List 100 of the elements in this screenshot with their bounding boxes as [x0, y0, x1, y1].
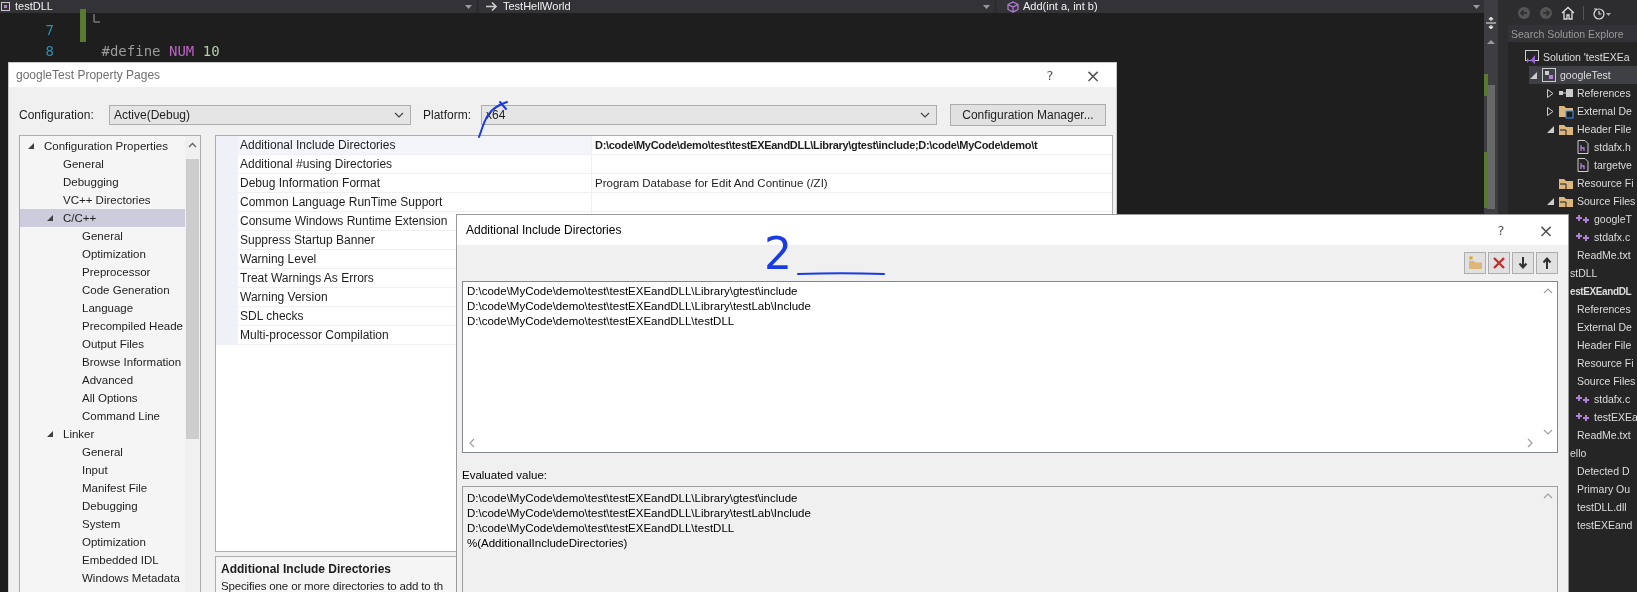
tree-item[interactable]: VC++ Directories: [20, 191, 185, 209]
scroll-left-icon[interactable]: [469, 438, 475, 448]
tree-item[interactable]: Embedded IDL: [20, 551, 185, 569]
tree-item[interactable]: testEXEa: [1575, 408, 1637, 426]
help-button[interactable]: ?: [1039, 64, 1061, 86]
tree-item[interactable]: estEXEandDL: [1570, 282, 1637, 300]
tree-item[interactable]: Precompiled Heade: [20, 317, 185, 335]
tree-item[interactable]: Resource Fi: [1577, 354, 1637, 372]
tree-item[interactable]: Source Files: [1546, 192, 1637, 210]
tree-item[interactable]: googleT: [1575, 210, 1637, 228]
tree-scrollbar[interactable]: [185, 136, 200, 592]
tree-item[interactable]: testEXEand: [1577, 516, 1637, 534]
tree-item[interactable]: General: [20, 227, 185, 245]
delete-button[interactable]: [1488, 252, 1510, 274]
tree-item[interactable]: References: [1577, 300, 1637, 318]
close-button[interactable]: ×: [1535, 219, 1557, 241]
tree-item[interactable]: Detected D: [1577, 462, 1637, 480]
scroll-up-icon[interactable]: [1543, 288, 1553, 294]
tree-item[interactable]: Browse Information: [20, 353, 185, 371]
expanded-arrow-icon[interactable]: [1529, 70, 1538, 80]
tree-item[interactable]: External De: [1546, 102, 1637, 120]
change-marker: [1484, 74, 1488, 96]
tree-item[interactable]: Optimization: [20, 245, 185, 263]
directories-field[interactable]: D:\code\MyCode\demo\test\testEXEandDLL\Library\gtest\include D:\code\MyCode\demo\test\testEXEandDLL\Library\testLab\Include D:\code\MyCode\demo\test\testEXEandDLL\testDLL: [462, 281, 1558, 453]
expanded-arrow-icon[interactable]: [1546, 196, 1555, 206]
history-icon[interactable]: [1592, 5, 1612, 20]
tree-item[interactable]: References: [1546, 84, 1637, 102]
expanded-arrow-icon[interactable]: [46, 214, 54, 222]
scroll-up-icon[interactable]: [188, 142, 197, 148]
evaluated-line: D:\code\MyCode\demo\test\testEXEandDLL\Library\testLab\Include: [467, 506, 811, 521]
scroll-thumb[interactable]: [186, 159, 199, 439]
nav-dropdown[interactable]: TestHellWorld: [479, 0, 994, 13]
help-button[interactable]: ?: [1490, 219, 1512, 241]
tree-item[interactable]: Output Files: [20, 335, 185, 353]
search-field[interactable]: Search Solution Explore: [1508, 25, 1637, 42]
scroll-right-icon[interactable]: [1527, 438, 1533, 448]
close-button[interactable]: ×: [1082, 64, 1104, 86]
scroll-down-icon[interactable]: [1543, 429, 1553, 435]
nav-dropdown[interactable]: testDLL: [0, 0, 476, 13]
tree-item[interactable]: Debugging: [20, 497, 185, 515]
tree-item[interactable]: testDLL.dll: [1577, 498, 1637, 516]
tree-item[interactable]: Preprocessor: [20, 263, 185, 281]
tree-item[interactable]: Optimization: [20, 533, 185, 551]
tree-item[interactable]: Source Files: [1577, 372, 1637, 390]
tree-item[interactable]: Code Generation: [20, 281, 185, 299]
splitter-icon[interactable]: [1485, 17, 1497, 29]
tree-item[interactable]: External De: [1577, 318, 1637, 336]
tree-item[interactable]: Command Line: [20, 407, 185, 425]
collapsed-arrow-icon[interactable]: [1546, 105, 1555, 117]
tree-item[interactable]: Solution 'testEXEa: [1512, 48, 1637, 66]
home-icon[interactable]: [1561, 5, 1575, 20]
configuration-dropdown[interactable]: Active(Debug): [109, 105, 411, 125]
expanded-arrow-icon[interactable]: [46, 430, 54, 438]
tree-item[interactable]: All Options: [20, 389, 185, 407]
tree-item[interactable]: googleTest: [1529, 66, 1637, 84]
platform-label: Platform:: [423, 108, 472, 122]
window-title: googleTest Property Pages: [16, 68, 162, 82]
tree-item[interactable]: General: [20, 155, 185, 173]
property-value: Program Database for Edit And Continue (/ZI): [592, 174, 1112, 193]
move-up-button[interactable]: [1536, 252, 1558, 274]
tree-item[interactable]: Header File: [1577, 336, 1637, 354]
scroll-thumb[interactable]: [1487, 85, 1495, 209]
tree-item[interactable]: System: [20, 515, 185, 533]
tree-item[interactable]: targetve: [1563, 156, 1637, 174]
tree-item[interactable]: ello: [1570, 444, 1637, 462]
tree-item[interactable]: stdafx.c: [1575, 390, 1637, 408]
move-down-button[interactable]: [1512, 252, 1534, 274]
tree-item[interactable]: Header File: [1546, 120, 1637, 138]
tree-item[interactable]: Debugging: [20, 173, 185, 191]
property-name: Additional #using Directories: [238, 155, 592, 174]
tree-item[interactable]: Linker: [20, 425, 185, 443]
tree-item[interactable]: Configuration Properties: [20, 137, 185, 155]
caret-icon: [465, 4, 472, 9]
tree-item[interactable]: Primary Ou: [1577, 480, 1637, 498]
property-row[interactable]: Additional Include Directories D:\code\MyCode\demo\test\testEXEandDLL\Library\gtest\include;D:\code\MyCode\demo\t: [216, 136, 1112, 155]
caret-icon: [983, 4, 990, 9]
tree-item[interactable]: stDLL: [1570, 264, 1637, 282]
tree-item[interactable]: stdafx.c: [1575, 228, 1637, 246]
caret-icon: [394, 112, 404, 118]
scroll-up-icon[interactable]: [1486, 39, 1496, 45]
tree-item[interactable]: ReadMe.txt: [1577, 246, 1637, 264]
tree-item[interactable]: Advanced: [20, 371, 185, 389]
tree-item[interactable]: Windows Metadata: [20, 569, 185, 587]
tree-item[interactable]: stdafx.h: [1563, 138, 1637, 156]
configuration-manager-button[interactable]: Configuration Manager...: [950, 104, 1106, 126]
tree-item[interactable]: General: [20, 443, 185, 461]
property-row[interactable]: Additional #using Directories: [216, 155, 1112, 174]
tree-item[interactable]: ReadMe.txt: [1577, 426, 1637, 444]
property-row[interactable]: Debug Information Format Program Database for Edit And Continue (/ZI): [216, 174, 1112, 193]
tree-item[interactable]: Resource Fi: [1546, 174, 1637, 192]
expanded-arrow-icon[interactable]: [1546, 124, 1555, 134]
expanded-arrow-icon[interactable]: [27, 142, 35, 150]
nav-dropdown[interactable]: Add(int a, int b): [997, 0, 1484, 13]
collapsed-arrow-icon[interactable]: [1546, 87, 1555, 99]
tree-item[interactable]: C/C++: [20, 209, 185, 227]
tree-item[interactable]: Input: [20, 461, 185, 479]
tree-item[interactable]: Manifest File: [20, 479, 185, 497]
tree-item[interactable]: Language: [20, 299, 185, 317]
caret-icon: [1473, 4, 1480, 9]
property-row[interactable]: Common Language RunTime Support: [216, 193, 1112, 212]
